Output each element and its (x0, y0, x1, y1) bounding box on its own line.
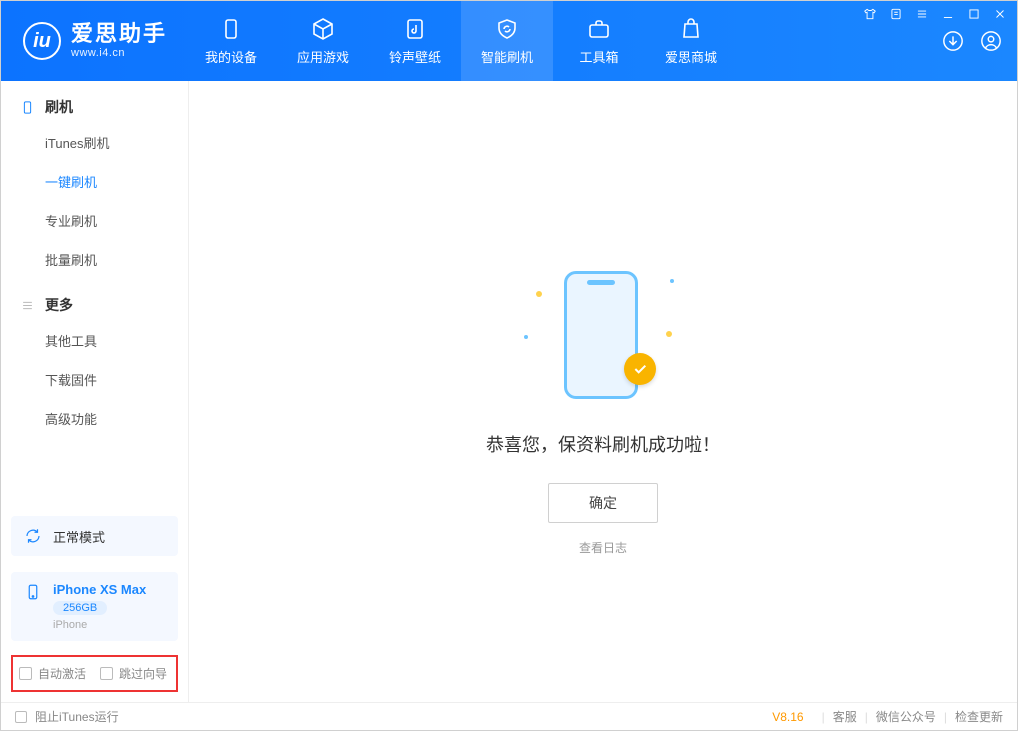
success-message: 恭喜您，保资料刷机成功啦！ (486, 431, 720, 457)
sidebar-item-advanced[interactable]: 高级功能 (1, 399, 188, 438)
view-log-link[interactable]: 查看日志 (579, 539, 627, 556)
checkbox-skip-guide[interactable] (100, 667, 113, 680)
nav: 我的设备 应用游戏 铃声壁纸 智能刷机 工具箱 爱思商城 (185, 1, 737, 81)
checkmark-badge-icon (624, 353, 656, 385)
checkbox-auto-activate-label: 自动激活 (38, 665, 86, 682)
support-link[interactable]: 客服 (833, 708, 857, 725)
nav-my-device[interactable]: 我的设备 (185, 1, 277, 81)
sidebar-item-batch-flash[interactable]: 批量刷机 (1, 240, 188, 279)
device-info: iPhone XS Max 256GB iPhone (53, 582, 146, 631)
app-name: 爱思助手 (71, 23, 167, 45)
version-label: V8.16 (772, 710, 803, 724)
phone-illustration-icon (564, 271, 638, 399)
logo-area[interactable]: iu 爱思助手 www.i4.cn (1, 1, 185, 81)
section-title: 刷机 (45, 97, 73, 117)
nav-label: 铃声壁纸 (389, 47, 441, 66)
phone-outline-icon (19, 99, 35, 115)
nav-apps-games[interactable]: 应用游戏 (277, 1, 369, 81)
content: 恭喜您，保资料刷机成功啦！ 确定 查看日志 (189, 81, 1017, 702)
cube-icon (311, 17, 335, 41)
logo-text: 爱思助手 www.i4.cn (71, 23, 167, 59)
sidebar-item-pro-flash[interactable]: 专业刷机 (1, 201, 188, 240)
checkbox-stop-itunes[interactable] (15, 711, 27, 723)
checkbox-auto-activate[interactable] (19, 667, 32, 680)
shopping-bag-icon (679, 17, 703, 41)
result-panel: 恭喜您，保资料刷机成功啦！ 确定 查看日志 (189, 81, 1017, 556)
music-file-icon (403, 17, 427, 41)
download-icon[interactable] (941, 29, 965, 53)
nav-label: 我的设备 (205, 47, 257, 66)
device-capacity: 256GB (53, 601, 107, 615)
checkbox-skip-guide-label: 跳过向导 (119, 665, 167, 682)
sidebar-section-flash: 刷机 (1, 81, 188, 123)
mode-label: 正常模式 (53, 527, 105, 546)
header: iu 爱思助手 www.i4.cn 我的设备 应用游戏 铃声壁纸 智能刷机 工具… (1, 1, 1017, 81)
check-update-link[interactable]: 检查更新 (955, 708, 1003, 725)
sync-icon (23, 526, 43, 546)
user-icon[interactable] (979, 29, 1003, 53)
close-icon[interactable] (992, 6, 1008, 22)
menu-icon[interactable] (914, 6, 930, 22)
body: 刷机 iTunes刷机 一键刷机 专业刷机 批量刷机 更多 其他工具 下载固件 … (1, 81, 1017, 702)
success-illustration (548, 271, 658, 401)
stop-itunes-label: 阻止iTunes运行 (35, 708, 119, 725)
title-tools (862, 6, 1008, 22)
status-bar: 阻止iTunes运行 V8.16 | 客服 | 微信公众号 | 检查更新 (1, 702, 1017, 730)
note-icon[interactable] (888, 6, 904, 22)
mode-box[interactable]: 正常模式 (11, 516, 178, 556)
list-icon (19, 297, 35, 313)
nav-store[interactable]: 爱思商城 (645, 1, 737, 81)
nav-toolbox[interactable]: 工具箱 (553, 1, 645, 81)
sidebar: 刷机 iTunes刷机 一键刷机 专业刷机 批量刷机 更多 其他工具 下载固件 … (1, 81, 189, 702)
device-icon (219, 17, 243, 41)
nav-smart-flash[interactable]: 智能刷机 (461, 1, 553, 81)
sidebar-item-download-firmware[interactable]: 下载固件 (1, 360, 188, 399)
nav-label: 工具箱 (580, 47, 619, 66)
briefcase-icon (587, 17, 611, 41)
wechat-link[interactable]: 微信公众号 (876, 708, 936, 725)
maximize-icon[interactable] (966, 6, 982, 22)
phone-icon (23, 582, 43, 602)
device-box[interactable]: iPhone XS Max 256GB iPhone (11, 572, 178, 641)
sidebar-section-more: 更多 (1, 279, 188, 321)
options-row: 自动激活 跳过向导 (11, 655, 178, 692)
device-type: iPhone (53, 619, 146, 631)
nav-ringtones[interactable]: 铃声壁纸 (369, 1, 461, 81)
refresh-shield-icon (495, 17, 519, 41)
ok-button[interactable]: 确定 (548, 483, 658, 523)
section-title: 更多 (45, 295, 73, 315)
sidebar-item-oneclick-flash[interactable]: 一键刷机 (1, 162, 188, 201)
app-domain: www.i4.cn (71, 47, 167, 59)
nav-label: 爱思商城 (665, 47, 717, 66)
sidebar-item-itunes-flash[interactable]: iTunes刷机 (1, 123, 188, 162)
nav-label: 应用游戏 (297, 47, 349, 66)
tshirt-icon[interactable] (862, 6, 878, 22)
nav-label: 智能刷机 (481, 47, 533, 66)
minimize-icon[interactable] (940, 6, 956, 22)
device-name: iPhone XS Max (53, 582, 146, 597)
sidebar-item-other-tools[interactable]: 其他工具 (1, 321, 188, 360)
logo-icon: iu (23, 22, 61, 60)
